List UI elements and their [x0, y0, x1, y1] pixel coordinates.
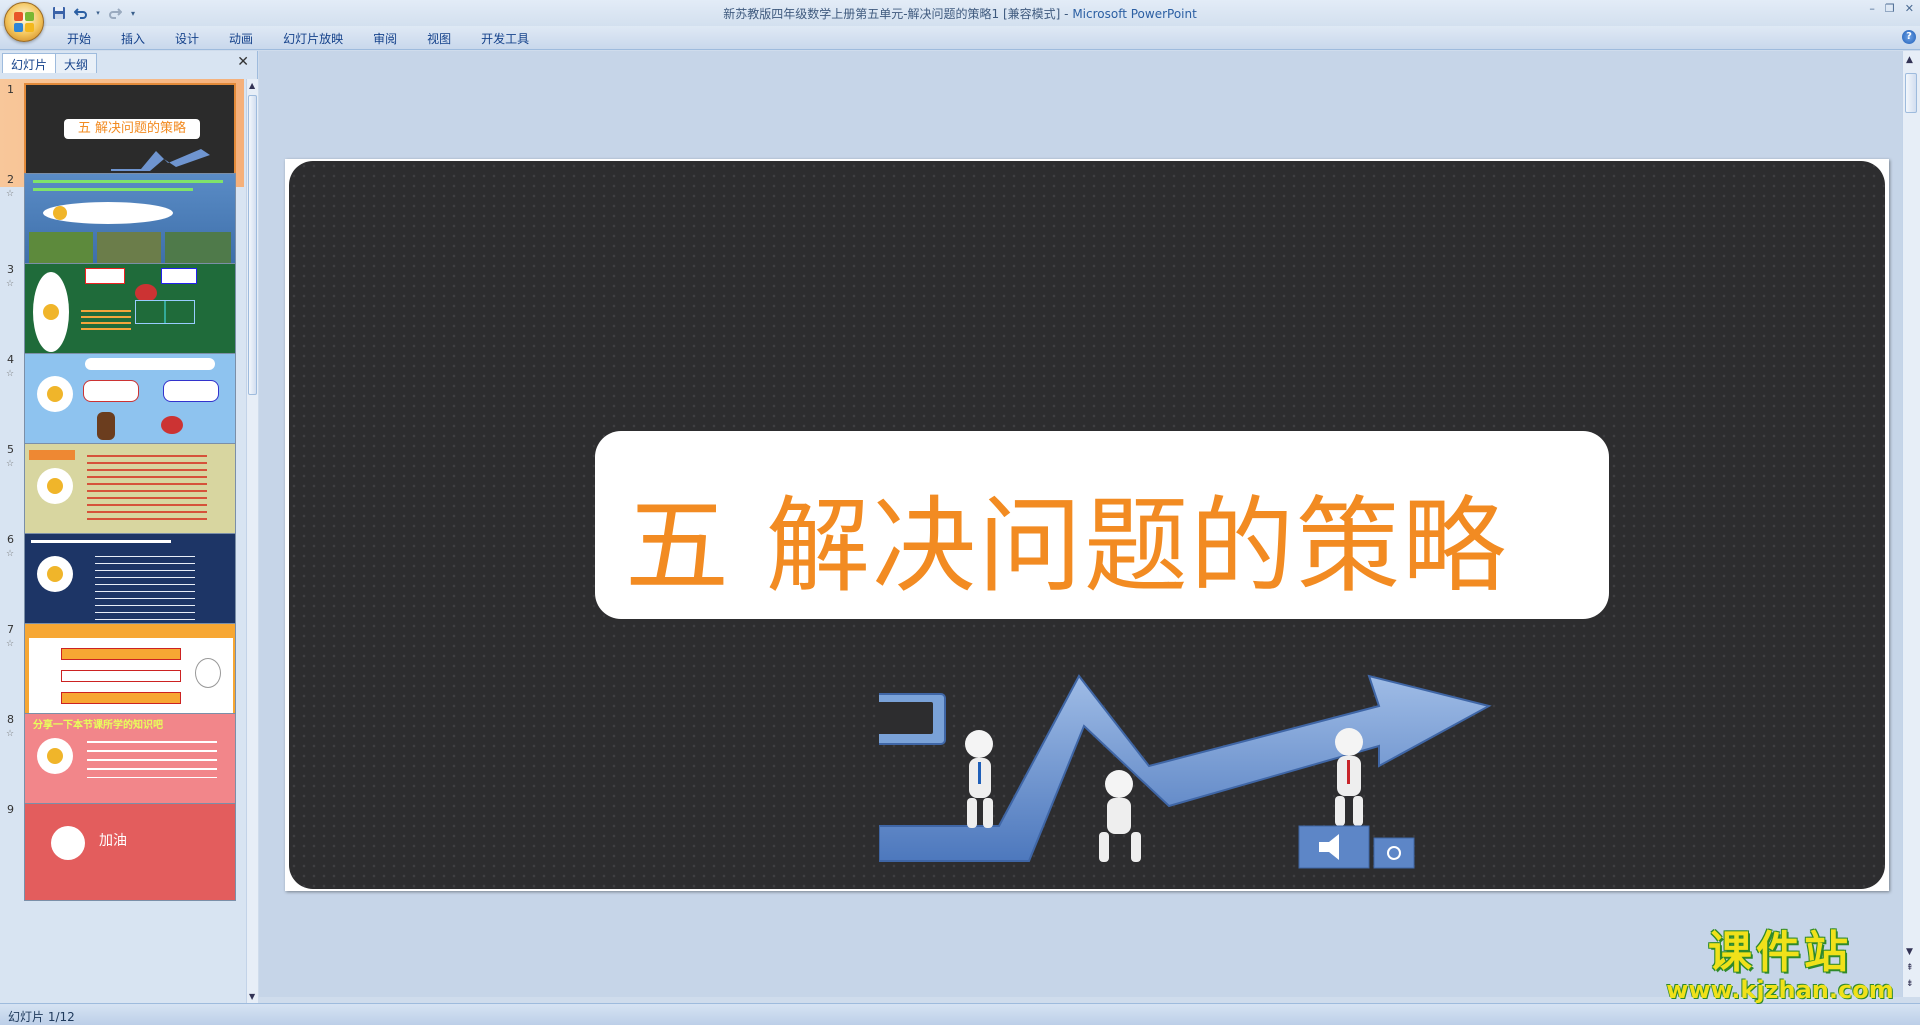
animation-star-icon: ☆	[6, 729, 15, 739]
animation-star-icon: ☆	[6, 189, 15, 199]
next-slide-icon[interactable]: ⇟	[1906, 979, 1914, 989]
current-slide[interactable]: 五 解决问题的策略	[285, 159, 1889, 891]
app-name: Microsoft PowerPoint	[1072, 7, 1197, 21]
tab-slides[interactable]: 幻灯片	[2, 53, 57, 73]
slides-pane: 幻灯片 大纲 ✕ 1 五 解决问题的策略 2 ☆ 3 ☆ 4 ☆ 5 ☆ 6 ☆…	[0, 51, 258, 1003]
close-icon[interactable]: ✕	[1905, 2, 1914, 15]
previous-slide-icon[interactable]: ⇞	[1906, 963, 1914, 973]
help-icon[interactable]: ?	[1902, 30, 1916, 44]
slide-number: 4	[7, 353, 14, 366]
tab-home[interactable]: 开始	[52, 29, 106, 48]
tab-insert[interactable]: 插入	[106, 29, 160, 48]
scrollbar-thumb[interactable]	[248, 95, 257, 395]
slide-preview[interactable]: 分享一下本节课所学的知识吧	[24, 713, 236, 811]
office-button[interactable]	[4, 2, 44, 42]
tab-animations[interactable]: 动画	[214, 29, 268, 48]
document-title: 新苏教版四年级数学上册第五单元-解决问题的策略1 [兼容模式]	[723, 7, 1061, 21]
watermark: 课件站 www.kjzhan.com	[1660, 927, 1900, 1004]
slide-preview-title: 加油	[99, 833, 127, 849]
slide-number: 1	[7, 83, 14, 96]
minimize-icon[interactable]: –	[1869, 2, 1875, 15]
arrow-figures-graphic-icon	[879, 674, 1492, 869]
slide-preview[interactable]: 加油	[24, 803, 236, 901]
slide-background: 五 解决问题的策略	[289, 161, 1885, 889]
slide-preview[interactable]	[24, 173, 236, 271]
slide-preview[interactable]	[24, 623, 236, 721]
tab-slide-show[interactable]: 幻灯片放映	[268, 29, 358, 48]
tab-review[interactable]: 审阅	[358, 29, 412, 48]
editor-scrollbar[interactable]: ▲ ▼ ⇞ ⇟	[1902, 51, 1920, 997]
status-bar: 幻灯片 1/12	[0, 1003, 1920, 1025]
scroll-up-icon[interactable]: ▲	[1906, 55, 1913, 65]
slide-preview-title: 五 解决问题的策略	[64, 119, 200, 139]
slide-preview[interactable]: 五 解决问题的策略	[24, 83, 236, 181]
ribbon-tabs: 开始 插入 设计 动画 幻灯片放映 审阅 视图 开发工具	[52, 29, 544, 48]
animation-star-icon: ☆	[6, 639, 15, 649]
slides-pane-scrollbar[interactable]: ▲ ▼	[246, 79, 258, 1003]
tab-outline[interactable]: 大纲	[55, 53, 98, 73]
watermark-text: 课件站	[1708, 927, 1852, 978]
scroll-down-icon[interactable]: ▼	[249, 992, 255, 1001]
restore-icon[interactable]: ❐	[1885, 2, 1895, 15]
slide-preview[interactable]	[24, 443, 236, 541]
slide-number: 9	[7, 803, 14, 816]
scrollbar-thumb[interactable]	[1905, 73, 1917, 113]
animation-star-icon: ☆	[6, 279, 15, 289]
window-controls: – ❐ ✕	[1869, 2, 1914, 15]
tab-design[interactable]: 设计	[160, 29, 214, 48]
title-separator: -	[1060, 7, 1073, 21]
scroll-up-icon[interactable]: ▲	[249, 81, 255, 90]
tab-developer[interactable]: 开发工具	[466, 29, 544, 48]
slide-title[interactable]: 五 解决问题的策略	[625, 461, 1508, 612]
slide-number: 6	[7, 533, 14, 546]
slide-preview[interactable]	[24, 263, 236, 361]
slide-preview[interactable]	[24, 353, 236, 451]
slide-preview[interactable]	[24, 533, 236, 631]
slide-thumbnails: 1 五 解决问题的策略 2 ☆ 3 ☆ 4 ☆ 5 ☆ 6 ☆ 7 ☆ 8 ☆ …	[0, 79, 244, 1003]
office-logo-icon	[14, 12, 36, 34]
pane-tabs: 幻灯片 大纲	[2, 53, 98, 73]
slide-indicator: 幻灯片 1/12	[8, 1010, 75, 1024]
close-pane-icon[interactable]: ✕	[237, 54, 249, 70]
window-title: 新苏教版四年级数学上册第五单元-解决问题的策略1 [兼容模式] - Micros…	[0, 5, 1920, 22]
title-bar: ▾ ▾ 新苏教版四年级数学上册第五单元-解决问题的策略1 [兼容模式] - Mi…	[0, 0, 1920, 42]
slide-editor: 五 解决问题的策略	[259, 51, 1902, 997]
watermark-url: www.kjzhan.com	[1666, 976, 1894, 1004]
slide-number: 3	[7, 263, 14, 276]
animation-star-icon: ☆	[6, 549, 15, 559]
scroll-down-icon[interactable]: ▼	[1906, 947, 1913, 957]
slide-title-box[interactable]: 五 解决问题的策略	[595, 431, 1609, 619]
slide-preview-title: 分享一下本节课所学的知识吧	[33, 720, 163, 731]
slide-number: 8	[7, 713, 14, 726]
slide-thumbnail-9[interactable]: 9 加油	[0, 799, 244, 907]
animation-star-icon: ☆	[6, 369, 15, 379]
slide-number: 7	[7, 623, 14, 636]
slide-number: 2	[7, 173, 14, 186]
ribbon: 开始 插入 设计 动画 幻灯片放映 审阅 视图 开发工具 ?	[0, 26, 1920, 50]
slide-number: 5	[7, 443, 14, 456]
tab-view[interactable]: 视图	[412, 29, 466, 48]
animation-star-icon: ☆	[6, 459, 15, 469]
